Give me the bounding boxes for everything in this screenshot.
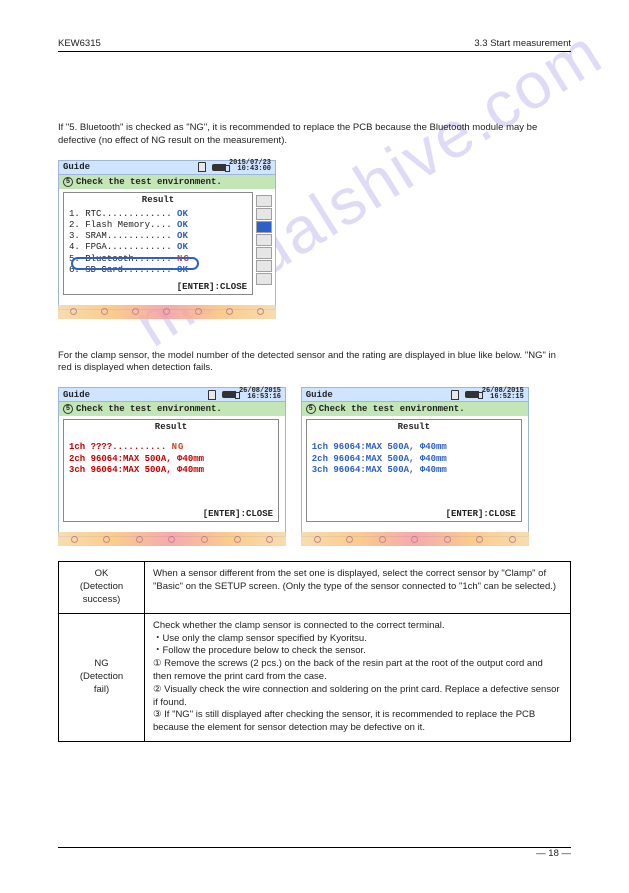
- device2-list: 1ch ????.......... NG 2ch 96064:MAX 500A…: [69, 442, 273, 476]
- device1-title: Guide: [63, 162, 90, 172]
- device1-result-title: Result: [69, 195, 247, 205]
- table-row: NG (Detection fail) Check whether the cl…: [59, 613, 571, 741]
- device1-titlebar: Guide 2015/07/2310:43:00: [58, 160, 276, 175]
- device2-subbar: 5 Check the test environment.: [58, 402, 286, 416]
- device-row: Guide 26/08/201516:53:16 5 Check the tes…: [58, 381, 571, 537]
- list-item: 4. FPGA............ OK: [69, 242, 247, 253]
- device2-datetime: 26/08/201516:53:16: [239, 389, 281, 401]
- power-plug-icon: [222, 391, 236, 398]
- list-item: 1ch ????.......... NG: [69, 442, 273, 453]
- bluetooth-highlight-ring: [71, 257, 199, 270]
- header-rule: [58, 51, 571, 52]
- device1-rightbar: [256, 195, 272, 291]
- page-content: KEW6315 3.3 Start measurement If "5. Blu…: [58, 38, 571, 742]
- cell-ok-label: OK (Detection success): [59, 562, 145, 613]
- device-screen-ng: Guide 26/08/201516:53:16 5 Check the tes…: [58, 387, 286, 537]
- device2-inset: Result 1ch ????.......... NG 2ch 96064:M…: [63, 419, 279, 522]
- table-row: OK (Detection success) When a sensor dif…: [59, 562, 571, 613]
- device3-subtext: Check the test environment.: [319, 404, 465, 414]
- step-number-icon: 5: [63, 404, 73, 414]
- sd-card-icon: [208, 390, 216, 400]
- intro-paragraph-1: If "5. Bluetooth" is checked as "NG", it…: [58, 122, 571, 148]
- device2-title: Guide: [63, 390, 90, 400]
- device3-titlebar: Guide 26/08/201516:52:15: [301, 387, 529, 402]
- result-table: OK (Detection success) When a sensor dif…: [58, 561, 571, 742]
- device2-subtext: Check the test environment.: [76, 404, 222, 414]
- device1-subbar: 5 Check the test environment.: [58, 175, 276, 189]
- device1-main: Result 1. RTC............. OK 2. Flash M…: [58, 189, 276, 310]
- device3-title: Guide: [306, 390, 333, 400]
- list-item: 3ch 96064:MAX 500A, Φ40mm: [312, 465, 516, 476]
- list-item: 2ch 96064:MAX 500A, Φ40mm: [312, 454, 516, 465]
- header-model: KEW6315: [58, 38, 101, 49]
- device-screen-selfcheck: Guide 2015/07/2310:43:00 5 Check the tes…: [58, 160, 276, 310]
- list-item: 2. Flash Memory.... OK: [69, 220, 247, 231]
- footer-page-number: — 18 —: [536, 848, 571, 859]
- sd-card-icon: [451, 390, 459, 400]
- header-row: KEW6315 3.3 Start measurement: [58, 38, 571, 49]
- cell-ng-label: NG (Detection fail): [59, 613, 145, 741]
- device3-enter-hint: [ENTER]:CLOSE: [446, 509, 516, 519]
- device1-inset: Result 1. RTC............. OK 2. Flash M…: [63, 192, 253, 295]
- header-section: 3.3 Start measurement: [474, 38, 571, 49]
- cell-ng-desc: Check whether the clamp sensor is connec…: [145, 613, 571, 741]
- device1-footer: [58, 305, 276, 319]
- device2-result-title: Result: [69, 422, 273, 432]
- device3-datetime: 26/08/201516:52:15: [482, 389, 524, 401]
- device3-main: Result 1ch 96064:MAX 500A, Φ40mm 2ch 960…: [301, 416, 529, 537]
- list-item: 2ch 96064:MAX 500A, Φ40mm: [69, 454, 273, 465]
- device3-inset: Result 1ch 96064:MAX 500A, Φ40mm 2ch 960…: [306, 419, 522, 522]
- page-footer: — 18 —: [58, 843, 571, 861]
- step-number-icon: 5: [63, 177, 73, 187]
- list-item: 1. RTC............. OK: [69, 209, 247, 220]
- device3-subbar: 5 Check the test environment.: [301, 402, 529, 416]
- power-plug-icon: [212, 164, 226, 171]
- list-item: 3. SRAM............ OK: [69, 231, 247, 242]
- intro-paragraph-2: For the clamp sensor, the model number o…: [58, 350, 571, 376]
- list-item: 3ch 96064:MAX 500A, Φ40mm: [69, 465, 273, 476]
- step-number-icon: 5: [306, 404, 316, 414]
- device2-main: Result 1ch ????.......... NG 2ch 96064:M…: [58, 416, 286, 537]
- device3-result-title: Result: [312, 422, 516, 432]
- cell-ok-desc: When a sensor different from the set one…: [145, 562, 571, 613]
- sd-card-icon: [198, 162, 206, 172]
- device2-titlebar: Guide 26/08/201516:53:16: [58, 387, 286, 402]
- list-item: 1ch 96064:MAX 500A, Φ40mm: [312, 442, 516, 453]
- device1-enter-hint: [ENTER]:CLOSE: [177, 282, 247, 292]
- device2-footer: [58, 532, 286, 546]
- power-plug-icon: [465, 391, 479, 398]
- device2-enter-hint: [ENTER]:CLOSE: [203, 509, 273, 519]
- device-screen-ok: Guide 26/08/201516:52:15 5 Check the tes…: [301, 387, 529, 537]
- device1-subtext: Check the test environment.: [76, 177, 222, 187]
- device3-list: 1ch 96064:MAX 500A, Φ40mm 2ch 96064:MAX …: [312, 442, 516, 476]
- device1-datetime: 2015/07/2310:43:00: [229, 161, 271, 173]
- device3-footer: [301, 532, 529, 546]
